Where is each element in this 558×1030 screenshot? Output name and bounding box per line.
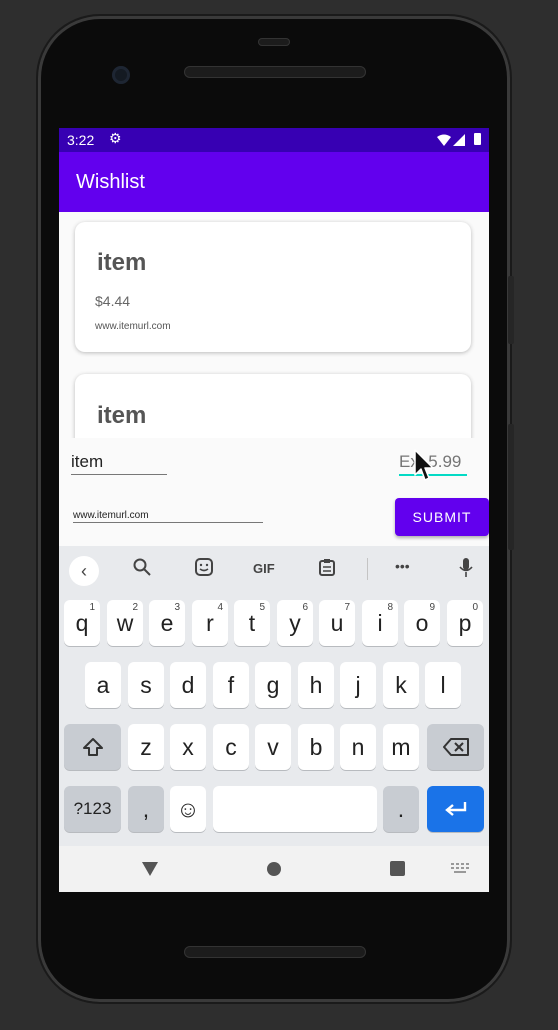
key-number-hint: 5 <box>259 602 265 613</box>
gif-button[interactable]: GIF <box>253 561 275 576</box>
key-g[interactable]: g <box>255 662 291 708</box>
wishlist-card[interactable]: item $4.44 www.itemurl.com <box>75 222 471 352</box>
key-number-hint: 2 <box>132 602 138 613</box>
key-w[interactable]: w2 <box>107 600 143 646</box>
key-number-hint: 1 <box>89 602 95 613</box>
front-camera-icon <box>112 66 130 84</box>
item-price: $4.44 <box>95 293 131 309</box>
item-name: item <box>97 402 147 429</box>
keyboard-suggestion-bar: ‹ GIF ••• <box>59 546 489 592</box>
key-c[interactable]: c <box>213 724 249 770</box>
key-o[interactable]: o9 <box>404 600 440 646</box>
screen: 3:22 ⚙ Wishlist item $4.44 www.itemurl.c… <box>59 128 489 892</box>
key-letter: t <box>248 609 256 636</box>
clipboard-icon[interactable] <box>319 558 335 581</box>
enter-icon <box>444 802 466 816</box>
top-speaker <box>184 66 366 78</box>
system-nav-bar <box>59 846 489 892</box>
more-options-button[interactable]: ••• <box>395 558 410 574</box>
key-p[interactable]: p0 <box>447 600 483 646</box>
key-x[interactable]: x <box>170 724 206 770</box>
mic-icon[interactable] <box>459 558 473 583</box>
key-number-hint: 8 <box>387 602 393 613</box>
key-letter: i <box>377 609 383 636</box>
key-letter: q <box>75 609 89 636</box>
key-number-hint: 7 <box>344 602 350 613</box>
key-letter: p <box>458 609 472 636</box>
key-m[interactable]: m <box>383 724 419 770</box>
item-name-input[interactable] <box>71 450 167 475</box>
symbols-key[interactable]: ?123 <box>64 786 121 832</box>
app-title: Wishlist <box>76 171 145 193</box>
key-number-hint: 3 <box>174 602 180 613</box>
item-url-input[interactable] <box>73 508 263 523</box>
key-e[interactable]: e3 <box>149 600 185 646</box>
signal-icon <box>453 133 465 149</box>
status-bar: 3:22 ⚙ <box>59 128 489 152</box>
key-number-hint: 4 <box>217 602 223 613</box>
sticker-icon[interactable] <box>195 558 213 581</box>
key-v[interactable]: v <box>255 724 291 770</box>
soft-keyboard: ‹ GIF ••• q1 w2 e3 r4 t5 y6 u7 i 8 o 9 p… <box>59 546 489 846</box>
back-triangle-icon[interactable] <box>141 861 159 877</box>
emoji-key[interactable]: ☺ <box>170 786 206 832</box>
key-letter: e <box>160 609 174 636</box>
earpiece <box>258 38 290 46</box>
power-button <box>508 276 514 344</box>
key-q[interactable]: q1 <box>64 600 100 646</box>
space-key[interactable] <box>213 786 377 832</box>
gear-icon: ⚙ <box>109 130 122 146</box>
key-t[interactable]: t5 <box>234 600 270 646</box>
key-y[interactable]: y6 <box>277 600 313 646</box>
key-letter: r <box>206 609 214 636</box>
enter-key[interactable] <box>427 786 484 832</box>
backspace-icon <box>442 738 469 756</box>
key-number-hint: 0 <box>472 602 478 613</box>
chevron-left-icon[interactable]: ‹ <box>69 556 99 586</box>
key-r[interactable]: r4 <box>192 600 228 646</box>
key-j[interactable]: j <box>340 662 376 708</box>
shift-icon <box>82 738 103 756</box>
recents-square-icon[interactable] <box>390 861 405 876</box>
divider <box>367 558 368 580</box>
submit-button[interactable]: SUBMIT <box>395 498 489 536</box>
key-number-hint: 9 <box>429 602 435 613</box>
battery-icon <box>474 133 481 145</box>
key-n[interactable]: n <box>340 724 376 770</box>
key-z[interactable]: z <box>128 724 164 770</box>
key-s[interactable]: s <box>128 662 164 708</box>
key-a[interactable]: a <box>85 662 121 708</box>
key-b[interactable]: b <box>298 724 334 770</box>
volume-button <box>508 424 514 550</box>
key-letter: u <box>330 609 344 636</box>
status-time: 3:22 <box>67 132 95 148</box>
key-letter: w <box>116 609 134 636</box>
key-i[interactable]: i8 <box>362 600 398 646</box>
app-bar: Wishlist <box>59 152 489 212</box>
key-letter: o <box>415 609 429 636</box>
wifi-icon <box>437 133 451 149</box>
key-number-hint: 6 <box>302 602 308 613</box>
home-circle-icon[interactable] <box>266 861 282 877</box>
key-k[interactable]: k <box>383 662 419 708</box>
shift-key[interactable] <box>64 724 121 770</box>
keyboard-icon[interactable] <box>451 863 469 875</box>
search-icon[interactable] <box>133 558 151 581</box>
backspace-key[interactable] <box>427 724 484 770</box>
key-d[interactable]: d <box>170 662 206 708</box>
key-f[interactable]: f <box>213 662 249 708</box>
key-letter: y <box>289 609 301 636</box>
period-key[interactable]: . <box>383 786 419 832</box>
key-h[interactable]: h <box>298 662 334 708</box>
bottom-speaker <box>184 946 366 958</box>
comma-key[interactable]: , <box>128 786 164 832</box>
key-l[interactable]: l <box>425 662 461 708</box>
key-u[interactable]: u7 <box>319 600 355 646</box>
item-name: item <box>97 249 147 276</box>
item-url: www.itemurl.com <box>95 321 171 332</box>
mouse-pointer-icon <box>414 449 434 481</box>
